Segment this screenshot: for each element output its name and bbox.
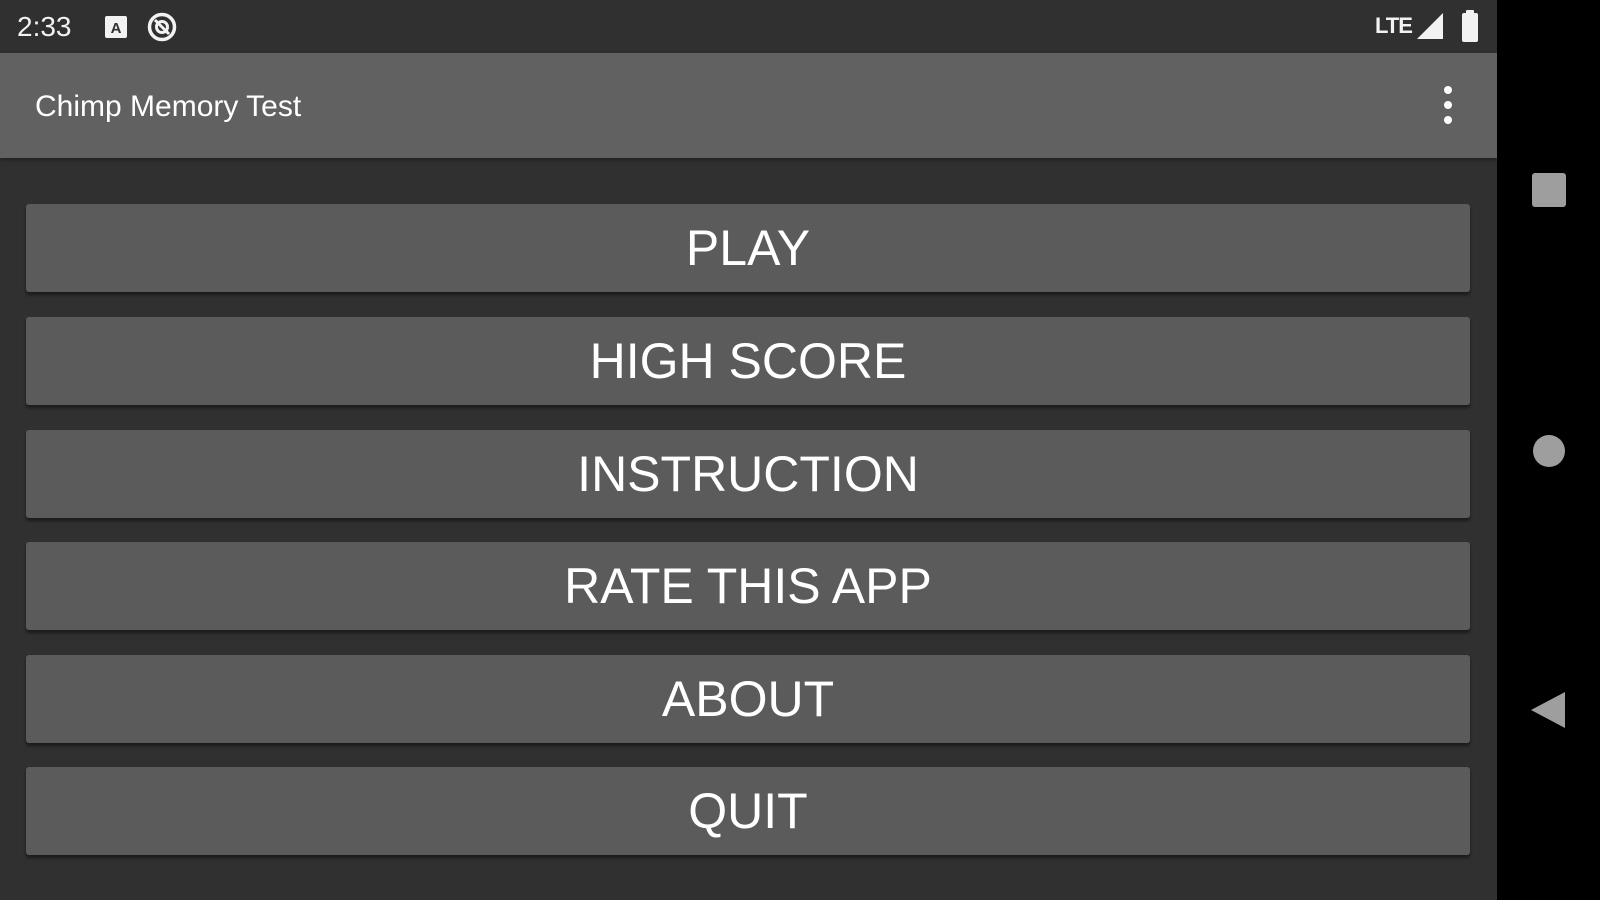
play-button[interactable]: PLAY [26,204,1470,292]
app-title: Chimp Memory Test [35,90,302,123]
lte-signal-icon [1417,13,1443,39]
recents-square-icon[interactable] [1531,172,1567,208]
back-triangle-icon[interactable] [1529,690,1567,730]
network-type-label: LTE [1375,13,1413,38]
main-menu: PLAY HIGH SCORE INSTRUCTION RATE THIS AP… [26,204,1470,864]
navigation-bar [1497,0,1600,900]
quit-button[interactable]: QUIT [26,767,1470,855]
instruction-button[interactable]: INSTRUCTION [26,430,1470,518]
rate-this-app-button[interactable]: RATE THIS APP [26,542,1470,630]
battery-icon [1462,10,1478,42]
status-bar: 2:33 A LTE [0,0,1497,53]
high-score-button[interactable]: HIGH SCORE [26,317,1470,405]
app-toolbar: Chimp Memory Test [0,53,1497,158]
status-time: 2:33 [17,11,72,42]
about-button[interactable]: ABOUT [26,655,1470,743]
keyboard-a-icon: A [105,16,127,38]
home-circle-icon[interactable] [1531,433,1567,469]
app-screen: 2:33 A LTE Chimp Memory Test PLAY HIGH S… [0,0,1497,900]
svg-text:A: A [111,20,122,37]
data-saver-icon [147,12,177,42]
more-vert-icon[interactable] [1430,81,1466,129]
